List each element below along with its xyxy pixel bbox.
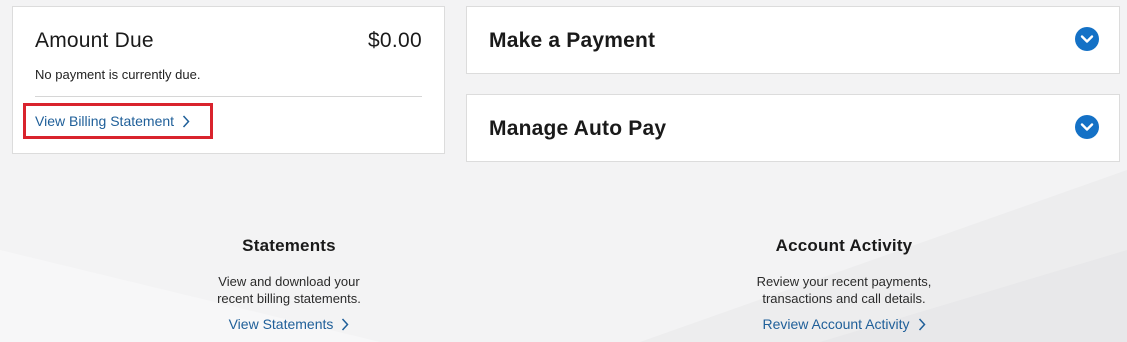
- chevron-right-icon: [918, 317, 926, 331]
- chevron-right-icon: [341, 317, 349, 331]
- view-statements-label: View Statements: [228, 316, 334, 332]
- card-divider: [35, 96, 422, 97]
- make-payment-title: Make a Payment: [489, 29, 656, 52]
- account-activity-section: Account Activity Review your recent paym…: [694, 236, 994, 334]
- account-activity-description: Review your recent payments, transaction…: [694, 273, 994, 307]
- statements-title: Statements: [242, 236, 336, 255]
- review-account-activity-label: Review Account Activity: [762, 316, 910, 332]
- amount-due-card: Amount Due $0.00 No payment is currently…: [12, 6, 445, 154]
- view-billing-statement-link[interactable]: View Billing Statement: [35, 113, 190, 129]
- statements-description: View and download your recent billing st…: [189, 273, 389, 307]
- manage-auto-pay-accordion[interactable]: Manage Auto Pay: [466, 94, 1120, 162]
- statements-desc-line: recent billing statements.: [217, 291, 361, 306]
- amount-due-value: $0.00: [367, 29, 422, 52]
- review-account-activity-link[interactable]: Review Account Activity: [762, 316, 926, 332]
- make-payment-toggle-button[interactable]: [1075, 27, 1099, 51]
- amount-due-title: Amount Due: [35, 29, 154, 52]
- chevron-down-icon: [1080, 123, 1094, 131]
- statements-desc-line: View and download your: [218, 274, 360, 289]
- manage-auto-pay-title: Manage Auto Pay: [489, 117, 667, 140]
- amount-due-note: No payment is currently due.: [35, 67, 201, 82]
- chevron-down-icon: [1080, 35, 1094, 43]
- view-statements-link[interactable]: View Statements: [229, 316, 350, 332]
- make-payment-accordion[interactable]: Make a Payment: [466, 6, 1120, 74]
- account-activity-title: Account Activity: [775, 236, 913, 255]
- chevron-right-icon: [182, 114, 190, 128]
- view-billing-statement-label: View Billing Statement: [35, 113, 175, 129]
- account-activity-desc-line: transactions and call details.: [762, 291, 926, 306]
- account-activity-desc-line: Review your recent payments,: [756, 274, 932, 289]
- manage-auto-pay-toggle-button[interactable]: [1075, 115, 1099, 139]
- statements-section: Statements View and download your recent…: [189, 236, 389, 334]
